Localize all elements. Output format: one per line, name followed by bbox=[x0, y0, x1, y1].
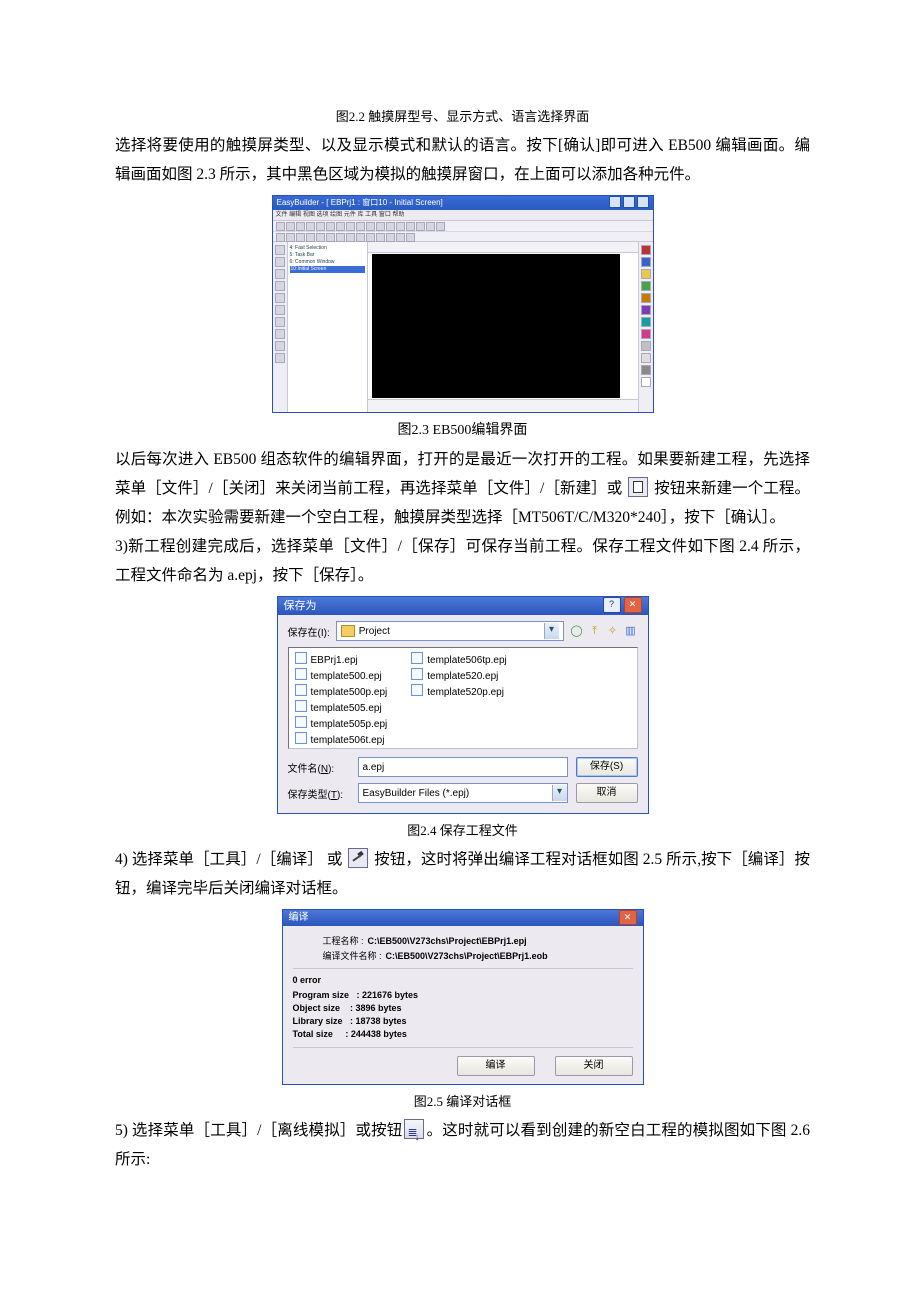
editor-menubar: 文件 编辑 视图 选项 绘图 元件 库 工具 窗口 帮助 bbox=[273, 210, 653, 221]
figure-2-5-compile-dialog: 编译 ✕ 工程名称 : C:\EB500\V273chs\Project\EBP… bbox=[282, 909, 644, 1085]
up-one-level-icon[interactable]: ⤒ bbox=[588, 624, 602, 638]
tree-item: 4: Fast Selection bbox=[290, 245, 365, 252]
close-icon[interactable]: ✕ bbox=[624, 597, 642, 613]
figure-2-4-caption: 图2.4 保存工程文件 bbox=[115, 820, 810, 839]
file-item[interactable]: template505p.epj bbox=[295, 716, 388, 732]
save-titlebar: 保存为 ? ✕ bbox=[278, 597, 648, 615]
figure-2-4-save-dialog: 保存为 ? ✕ 保存在(I): Project ▾ ◯ ⤒ ✧ ▥ bbox=[277, 596, 649, 814]
back-icon[interactable]: ◯ bbox=[570, 624, 584, 638]
figure-2-2-caption: 图2.2 触摸屏型号、显示方式、语言选择界面 bbox=[115, 106, 810, 125]
new-document-icon bbox=[628, 477, 648, 497]
paragraph-3: 3)新工程创建完成后，选择菜单［文件］/［保存］可保存当前工程。保存工程文件如下… bbox=[115, 532, 810, 590]
paragraph-5: 5) 选择菜单［工具］/［离线模拟］或按钮。这时就可以看到创建的新空白工程的模拟… bbox=[115, 1116, 810, 1174]
compile-title-text: 编译 bbox=[289, 910, 309, 926]
file-item[interactable]: template500.epj bbox=[295, 668, 388, 684]
file-item[interactable]: EBPrj1.epj bbox=[295, 652, 388, 668]
size-report: Program size : 221676 bytes Object size … bbox=[293, 989, 633, 1041]
help-icon[interactable]: ? bbox=[603, 597, 621, 613]
paragraph-1: 选择将要使用的触摸屏类型、以及显示模式和默认的语言。按下[确认]即可进入 EB5… bbox=[115, 131, 810, 189]
editor-title-text: EasyBuilder - [ EBPrj1 : 窗口10 - Initial … bbox=[277, 196, 443, 210]
offline-simulate-icon bbox=[404, 1119, 424, 1139]
editor-window-controls bbox=[607, 196, 649, 210]
save-in-combo[interactable]: Project ▾ bbox=[336, 621, 564, 641]
figure-2-3-editor-window: EasyBuilder - [ EBPrj1 : 窗口10 - Initial … bbox=[272, 195, 654, 413]
close-button[interactable]: 关闭 bbox=[555, 1056, 633, 1076]
editor-canvas-black bbox=[372, 254, 620, 398]
tree-item: 6: Common Window bbox=[290, 259, 365, 266]
folder-icon bbox=[341, 625, 355, 637]
save-button[interactable]: 保存(S) bbox=[576, 757, 638, 777]
file-item[interactable]: template520p.epj bbox=[411, 684, 507, 700]
figure-2-3-caption: 图2.3 EB500编辑界面 bbox=[115, 419, 810, 439]
save-title-text: 保存为 bbox=[284, 597, 317, 615]
compile-titlebar: 编译 ✕ bbox=[283, 910, 643, 926]
editor-toolbars bbox=[273, 221, 653, 242]
file-item[interactable]: template520.epj bbox=[411, 668, 507, 684]
file-item[interactable]: template500p.epj bbox=[295, 684, 388, 700]
paragraph-4: 4) 选择菜单［工具］/［编译］ 或 按钮，这时将弹出编译工程对话框如图 2.5… bbox=[115, 845, 810, 903]
new-folder-icon[interactable]: ✧ bbox=[606, 624, 620, 638]
filetype-combo[interactable]: EasyBuilder Files (*.epj) ▾ bbox=[358, 783, 568, 803]
project-name-label: 工程名称 : bbox=[323, 934, 364, 947]
editor-left-toolbar bbox=[273, 242, 288, 412]
compile-button[interactable]: 编译 bbox=[457, 1056, 535, 1076]
chevron-down-icon[interactable]: ▾ bbox=[552, 785, 567, 801]
save-in-folder-name: Project bbox=[359, 626, 390, 637]
editor-canvas-area bbox=[368, 242, 638, 412]
view-menu-icon[interactable]: ▥ bbox=[624, 624, 638, 638]
chevron-down-icon[interactable]: ▾ bbox=[544, 623, 559, 639]
editor-window-tree: 4: Fast Selection 5: Task Bar 6: Common … bbox=[288, 242, 368, 412]
close-icon[interactable]: ✕ bbox=[619, 910, 637, 925]
editor-titlebar: EasyBuilder - [ EBPrj1 : 窗口10 - Initial … bbox=[273, 196, 653, 210]
compiled-file-value: C:\EB500\V273chs\Project\EBPrj1.eob bbox=[386, 951, 548, 961]
file-item[interactable]: template505.epj bbox=[295, 700, 388, 716]
cancel-button[interactable]: 取消 bbox=[576, 783, 638, 803]
error-count: 0 error bbox=[293, 975, 633, 985]
tree-item-selected: 10:Initial Screen bbox=[290, 266, 365, 273]
filetype-label: 保存类型(T): bbox=[288, 786, 350, 801]
paragraph-2: 以后每次进入 EB500 组态软件的编辑界面，打开的是最近一次打开的工程。如果要… bbox=[115, 445, 810, 532]
project-name-value: C:\EB500\V273chs\Project\EBPrj1.epj bbox=[368, 936, 527, 946]
tree-item: 5: Task Bar bbox=[290, 252, 365, 259]
compiled-file-label: 编译文件名称 : bbox=[323, 949, 382, 962]
figure-2-5-caption: 图2.5 编译对话框 bbox=[115, 1091, 810, 1110]
file-item[interactable]: template506t.epj bbox=[295, 732, 388, 748]
save-in-label: 保存在(I): bbox=[288, 624, 330, 639]
file-item[interactable]: template506tp.epj bbox=[411, 652, 507, 668]
filename-label: 文件名(N): bbox=[288, 760, 350, 775]
compile-icon bbox=[348, 848, 368, 868]
editor-right-palette bbox=[638, 242, 653, 412]
filename-input[interactable]: a.epj bbox=[358, 757, 568, 777]
save-file-list[interactable]: EBPrj1.epj template500.epj template500p.… bbox=[288, 647, 638, 749]
